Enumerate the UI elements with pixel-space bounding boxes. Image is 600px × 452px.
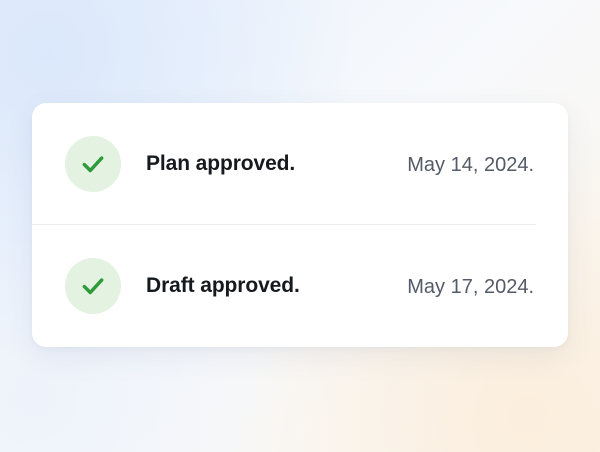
check-badge (65, 258, 121, 314)
check-badge (65, 136, 121, 192)
approval-title: Draft approved. (146, 274, 300, 297)
check-icon (82, 156, 104, 173)
approval-date: May 14, 2024. (407, 154, 534, 176)
approval-item-draft: Draft approved. May 17, 2024. (32, 225, 568, 347)
check-icon (82, 278, 104, 295)
approval-date: May 17, 2024. (407, 276, 534, 298)
approvals-card: Plan approved. May 14, 2024. Draft appro… (32, 103, 568, 347)
approval-title: Plan approved. (146, 152, 296, 175)
approval-item-plan: Plan approved. May 14, 2024. (32, 103, 568, 225)
